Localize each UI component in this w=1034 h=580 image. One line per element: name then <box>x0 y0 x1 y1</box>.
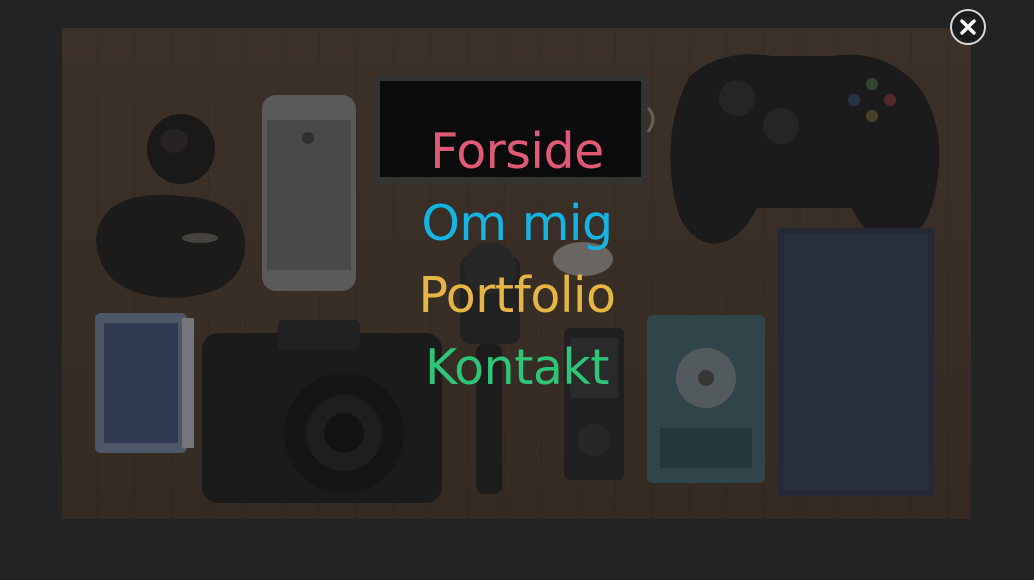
close-icon <box>960 19 976 35</box>
nav-link-om-mig[interactable]: Om mig <box>421 195 613 252</box>
overlay-stage: Forside Om mig Portfolio Kontakt <box>0 0 1034 580</box>
nav-link-kontakt[interactable]: Kontakt <box>425 339 610 396</box>
nav-menu: Forside Om mig Portfolio Kontakt <box>0 116 1034 404</box>
nav-item-portfolio: Portfolio <box>0 260 1034 332</box>
nav-item-forside: Forside <box>0 116 1034 188</box>
nav-item-om-mig: Om mig <box>0 188 1034 260</box>
nav-link-forside[interactable]: Forside <box>430 123 604 180</box>
close-button[interactable] <box>950 9 986 45</box>
nav-link-portfolio[interactable]: Portfolio <box>418 267 616 324</box>
nav-item-kontakt: Kontakt <box>0 332 1034 404</box>
